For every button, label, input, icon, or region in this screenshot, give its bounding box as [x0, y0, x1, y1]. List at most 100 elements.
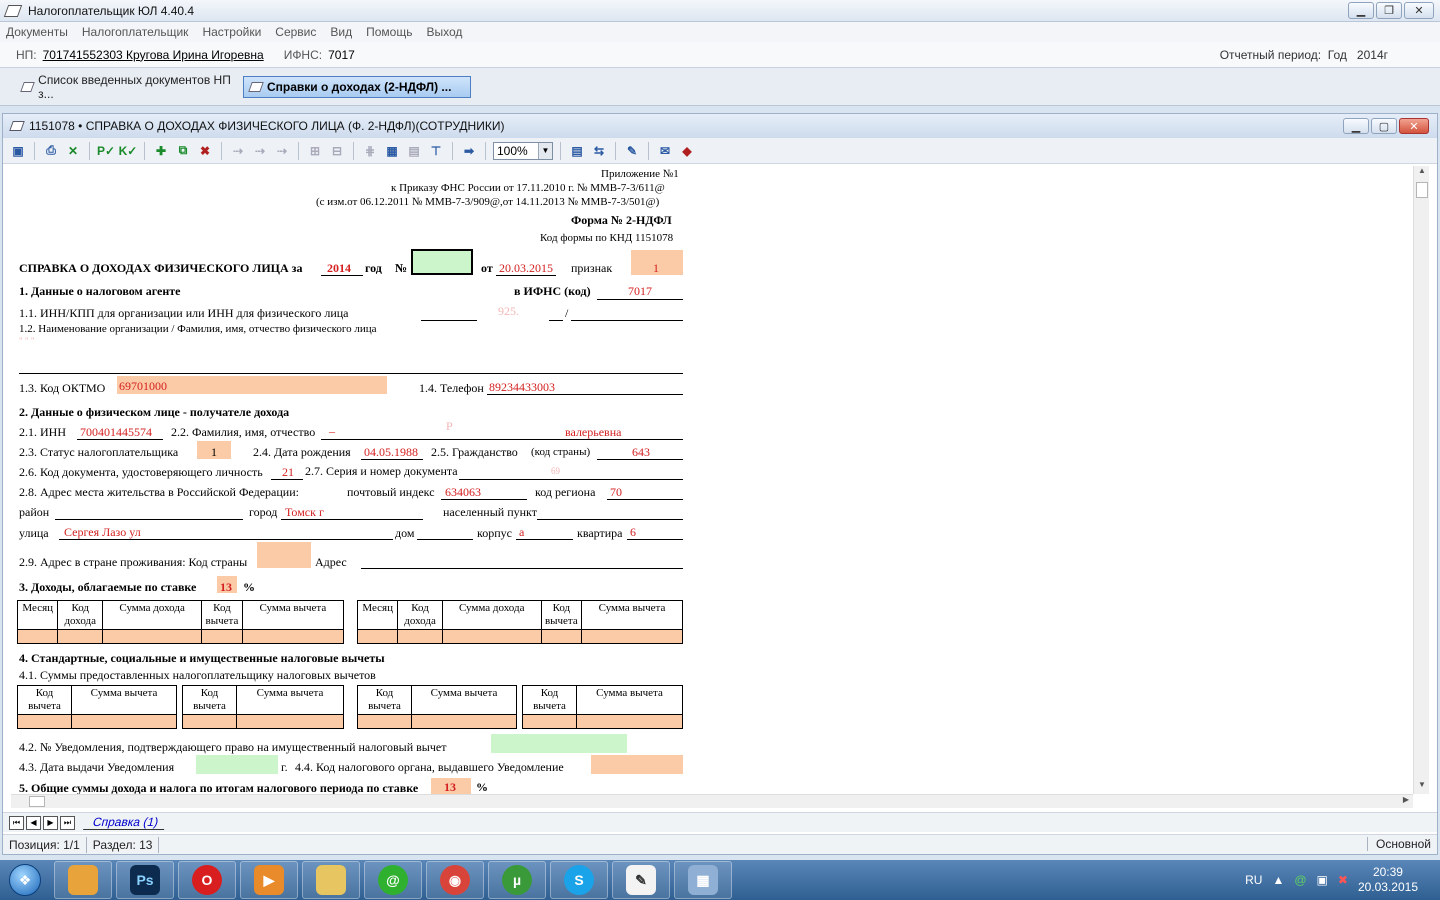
d4-icon[interactable]: ⊞ — [306, 142, 324, 160]
menu-view[interactable]: Вид — [330, 25, 352, 39]
taskbar-chrome[interactable]: ◉ — [426, 861, 484, 899]
table-cell[interactable] — [522, 714, 577, 729]
residence-country-field[interactable] — [257, 542, 311, 568]
fio-field-b[interactable]: Р — [446, 419, 453, 434]
taskbar-media-player[interactable]: ▶ — [240, 861, 298, 899]
table-cell[interactable] — [540, 629, 583, 644]
year-field[interactable]: 2014 — [327, 261, 351, 276]
doc-maximize-button[interactable]: ▢ — [1371, 118, 1397, 134]
region-field[interactable]: 70 — [610, 485, 622, 500]
zoom-select[interactable]: 100% ▼ — [493, 141, 553, 160]
inn-field[interactable]: 700401445574 — [80, 425, 152, 440]
horizontal-scrollbar[interactable]: ▶ — [11, 794, 1413, 808]
calc-icon[interactable]: ▦ — [383, 142, 401, 160]
notice-number-input[interactable] — [491, 734, 627, 753]
menu-help[interactable]: Помощь — [366, 25, 412, 39]
menu-documents[interactable]: Документы — [6, 25, 68, 39]
table-cell[interactable] — [441, 629, 542, 644]
taskbar-calculator[interactable]: ▦ — [674, 861, 732, 899]
menu-exit[interactable]: Выход — [426, 25, 462, 39]
fio-field-a[interactable]: _ — [329, 420, 335, 435]
taskbar-skype[interactable]: S — [550, 861, 608, 899]
phone-field[interactable]: 89234433003 — [489, 380, 555, 395]
table-cell[interactable] — [357, 714, 412, 729]
table-cell[interactable] — [356, 629, 399, 644]
chevron-down-icon[interactable]: ▼ — [538, 142, 552, 159]
sheet-tab-certificate[interactable]: Справка (1) — [82, 815, 169, 830]
table-cell[interactable] — [236, 714, 344, 729]
book-icon[interactable]: ◆ — [678, 142, 696, 160]
minimize-button[interactable]: ▁ — [1348, 2, 1374, 19]
certificate-number-input[interactable] — [411, 249, 473, 275]
d1-icon[interactable]: ⇢ — [229, 142, 247, 160]
np-value[interactable]: 701741552303 Кругова Ирина Игоревна — [43, 48, 264, 62]
language-indicator[interactable]: RU — [1245, 873, 1262, 887]
taskbar-photoshop[interactable]: Ps — [116, 861, 174, 899]
sign-field[interactable]: 1 — [653, 261, 659, 276]
note-icon[interactable]: ✉ — [656, 142, 674, 160]
prev-sheet-icon[interactable]: ◀ — [26, 815, 41, 830]
taskbar-taxpayer-app[interactable]: ✎ — [612, 861, 670, 899]
tools-icon[interactable]: ✎ — [623, 142, 641, 160]
clock[interactable]: 20:39 20.03.2015 — [1358, 865, 1418, 895]
excel-icon[interactable]: ✕ — [64, 142, 82, 160]
flat-field[interactable]: 6 — [630, 525, 636, 540]
format-icon[interactable]: ⊤ — [427, 142, 445, 160]
ifns-code-field[interactable]: 7017 — [628, 284, 652, 299]
copy-icon[interactable]: ⧉ — [174, 142, 192, 160]
table-cell[interactable] — [16, 629, 59, 644]
table-cell[interactable] — [102, 629, 203, 644]
fio-field-c[interactable]: валерьевна — [565, 425, 621, 440]
table-cell[interactable] — [17, 714, 72, 729]
table-cell[interactable] — [241, 629, 345, 644]
tray-expand-icon[interactable]: ▲ — [1272, 873, 1284, 887]
save-icon[interactable]: ▣ — [9, 142, 27, 160]
status-field[interactable]: 1 — [211, 445, 217, 460]
calendar-icon[interactable]: ▤ — [405, 142, 423, 160]
date-field[interactable]: 20.03.2015 — [499, 261, 553, 276]
table-cell[interactable] — [182, 714, 237, 729]
next-sheet-icon[interactable]: ▶ — [43, 815, 58, 830]
add-icon[interactable]: ✚ — [152, 142, 170, 160]
close-button[interactable]: ✕ — [1404, 2, 1434, 19]
street-field[interactable]: Сергея Лазо ул — [64, 525, 141, 540]
corp-field[interactable]: а — [519, 525, 524, 540]
icq-tray-icon[interactable]: @ — [1294, 873, 1306, 887]
page-icon[interactable]: ▤ — [568, 142, 586, 160]
table-cell[interactable] — [397, 629, 443, 644]
citizenship-field[interactable]: 643 — [632, 445, 650, 460]
delete-icon[interactable]: ✖ — [196, 142, 214, 160]
notice-authority-code-input[interactable] — [591, 755, 683, 774]
maximize-button[interactable]: ❐ — [1376, 2, 1402, 19]
hscroll-thumb[interactable] — [29, 796, 45, 807]
d5-icon[interactable]: ⊟ — [328, 142, 346, 160]
table-cell[interactable] — [411, 714, 517, 729]
d2-icon[interactable]: ⇢ — [251, 142, 269, 160]
taskbar-folder[interactable] — [302, 861, 360, 899]
volume-muted-icon[interactable]: ✖ — [1338, 873, 1348, 887]
table-cell[interactable] — [71, 714, 177, 729]
arrow-right-icon[interactable]: ➡ — [460, 142, 478, 160]
table-cell[interactable] — [57, 629, 104, 644]
print-icon[interactable]: ⎙ — [42, 142, 60, 160]
menu-service[interactable]: Сервис — [275, 25, 316, 39]
check-k-icon[interactable]: K✓ — [119, 142, 138, 160]
tab-documents-list[interactable]: Список введенных документов НП з... — [16, 73, 238, 101]
taskbar-icq[interactable]: @ — [364, 861, 422, 899]
zip-field[interactable]: 634063 — [445, 485, 481, 500]
notice-date-input[interactable] — [196, 755, 278, 774]
doc-code-field[interactable]: 21 — [282, 465, 294, 480]
kpp-partial[interactable]: 925. — [498, 304, 519, 319]
menu-taxpayer[interactable]: Налогоплательщик — [82, 25, 189, 39]
d6-icon[interactable]: ⋕ — [361, 142, 379, 160]
rate5-field[interactable]: 13 — [444, 780, 456, 794]
series-field[interactable]: 69 — [551, 466, 560, 476]
doc-minimize-button[interactable]: ▁ — [1343, 118, 1369, 134]
doc-close-button[interactable]: ✕ — [1399, 118, 1429, 134]
table-cell[interactable] — [581, 629, 683, 644]
menu-settings[interactable]: Настройки — [202, 25, 261, 39]
oktmo-field[interactable]: 69701000 — [119, 379, 167, 394]
last-sheet-icon[interactable]: ⏭ — [60, 815, 75, 830]
scroll-right-icon[interactable]: ▶ — [1403, 795, 1409, 804]
tab-income-certificates[interactable]: Справки о доходах (2-НДФЛ) ... — [243, 76, 471, 98]
